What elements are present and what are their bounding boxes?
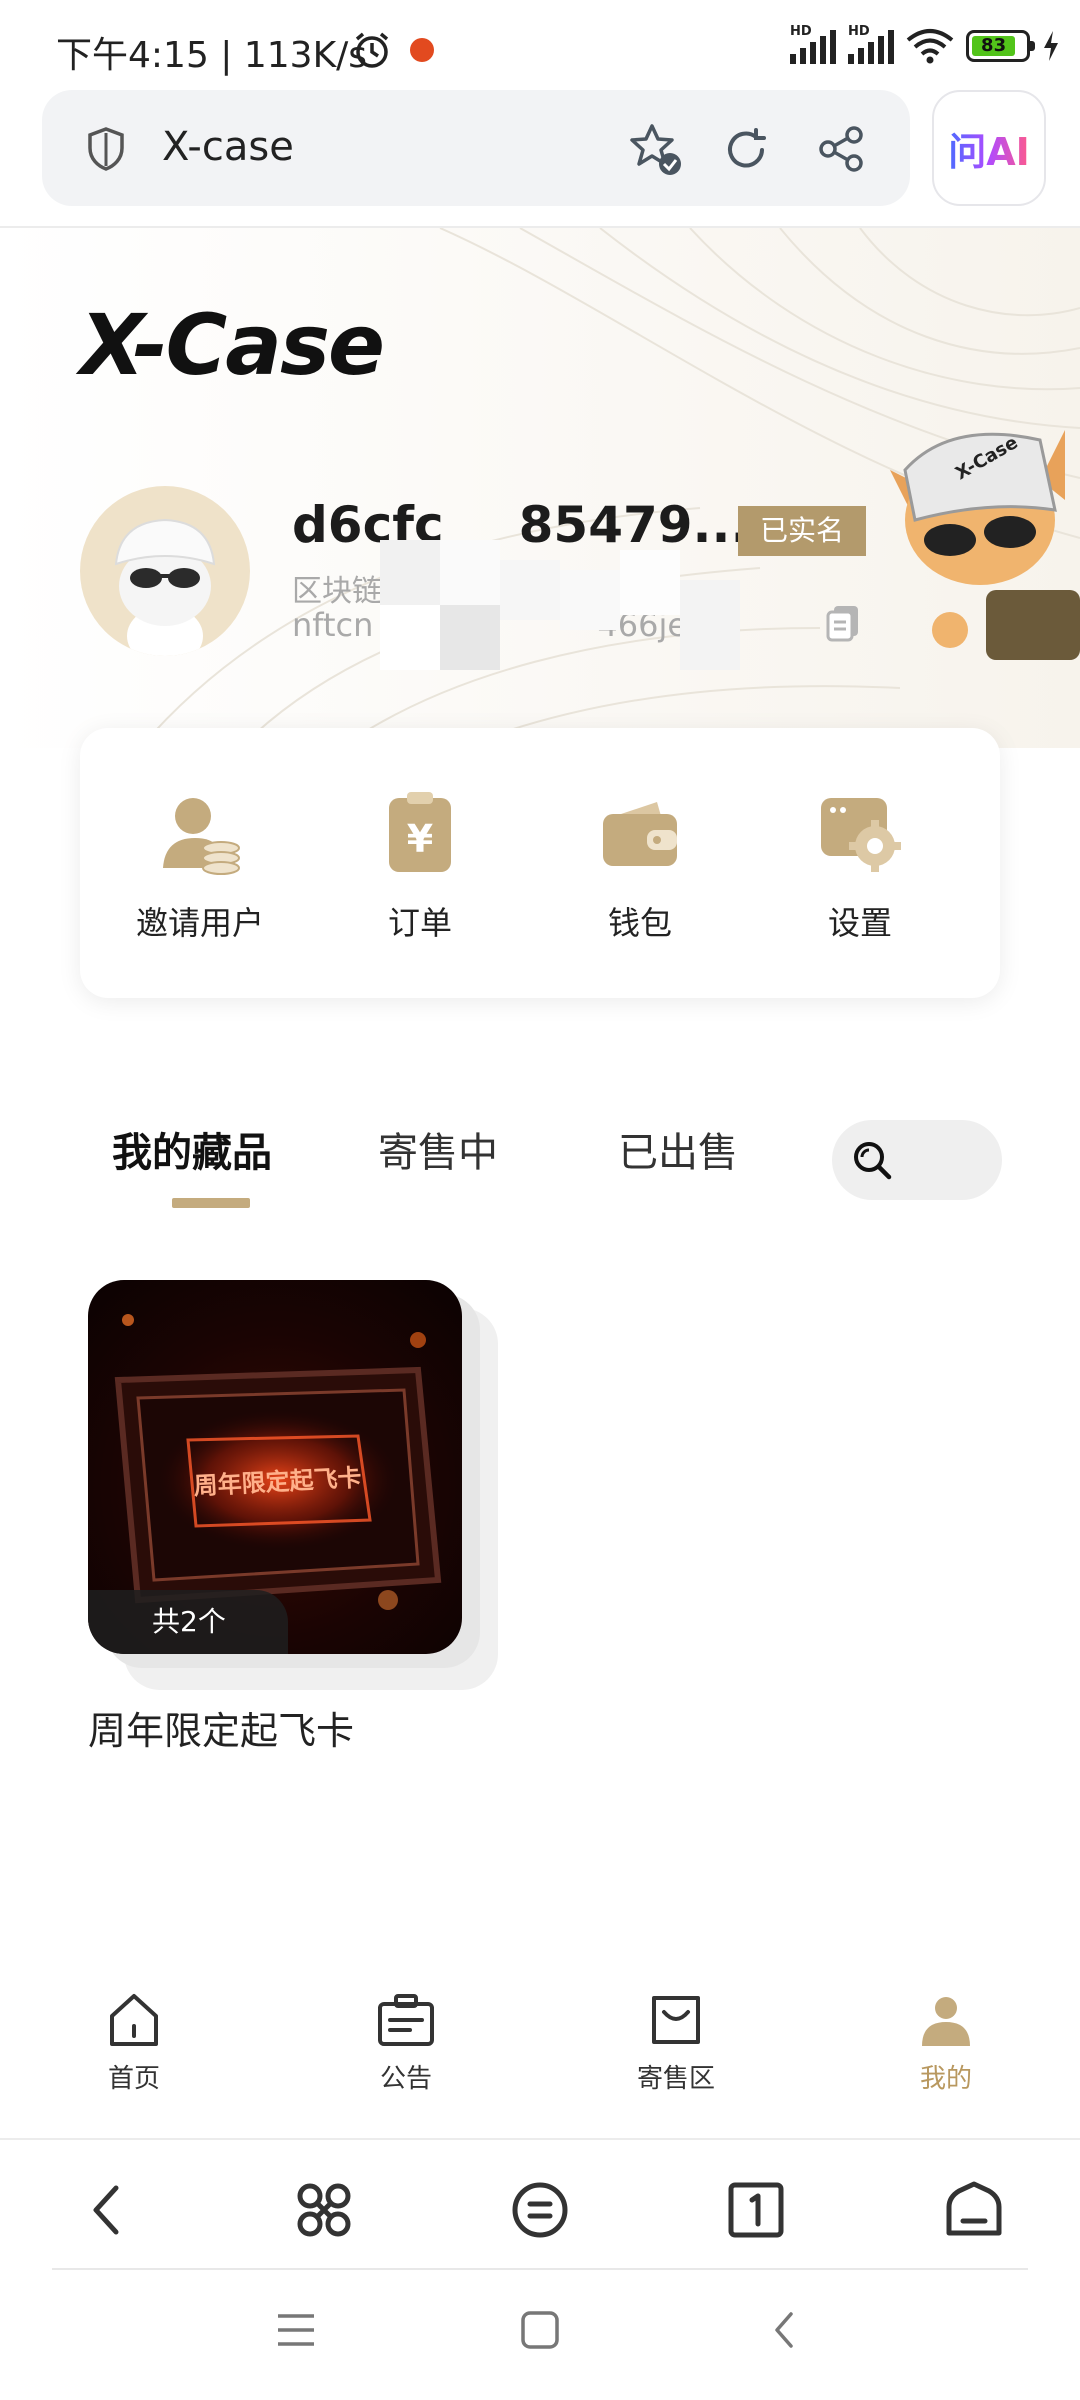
avatar[interactable] (80, 486, 250, 656)
nav-label-consignment: 寄售区 (636, 2064, 715, 2094)
menu-label-order: 订单 (387, 904, 452, 942)
sim2-hd-label: HD (848, 24, 870, 39)
collection-item-image: 周年限定起飞卡 共2个 (88, 1280, 462, 1654)
signal-1-icon: HD (790, 24, 836, 64)
signal-2-icon: HD (848, 24, 894, 64)
menu-label-invite-user: 邀请用户 (135, 904, 264, 942)
nav-announcement[interactable]: 公告 (336, 1990, 476, 2095)
divider (52, 2268, 1028, 2270)
share-icon[interactable] (816, 124, 866, 174)
alarm-icon (355, 32, 389, 68)
nav-mine[interactable]: 我的 (876, 1990, 1016, 2095)
browser-tabs-button[interactable] (716, 2170, 796, 2250)
menu-circle-icon (512, 2182, 568, 2238)
tab-sold[interactable]: 已出售 (618, 1120, 738, 1178)
nav-label-announcement: 公告 (379, 2064, 432, 2094)
menu-item-invite-user[interactable]: 邀请用户 (110, 788, 290, 944)
back-arrow-icon (93, 2185, 119, 2235)
system-recents-button[interactable] (266, 2300, 326, 2360)
url-text[interactable]: X-case (162, 124, 294, 170)
browser-back-button[interactable] (66, 2170, 146, 2250)
menu-item-wallet[interactable]: 钱包 (550, 788, 730, 944)
menu-item-settings[interactable]: 设置 (770, 788, 950, 944)
status-indicators: HD HD 83 (790, 24, 1060, 64)
nav-consignment[interactable]: 寄售区 (606, 1990, 746, 2095)
system-back-button[interactable] (754, 2300, 814, 2360)
divider (0, 2138, 1080, 2140)
home-icon (110, 1994, 158, 2046)
verified-badge: 已实名 (738, 506, 866, 556)
home-square-icon (521, 2311, 559, 2349)
collection-item-title[interactable]: 周年限定起飞卡 (88, 1700, 354, 1755)
consignment-bag-icon (652, 1996, 700, 2044)
refresh-icon[interactable] (722, 126, 770, 174)
nav-label-home: 首页 (107, 2064, 160, 2094)
wallet-icon (603, 802, 677, 866)
favorite-star-icon[interactable] (628, 122, 684, 178)
status-time: 下午4:15 | 113K/s (56, 35, 368, 76)
tab-on-sale[interactable]: 寄售中 (378, 1120, 498, 1178)
active-tab-indicator (172, 1198, 250, 1208)
status-bar: 下午4:15 | 113K/s HD HD 83 (0, 0, 1080, 96)
sim1-hd-label: HD (790, 24, 812, 39)
recents-icon (278, 2314, 314, 2346)
nav-label-mine: 我的 (919, 2064, 972, 2094)
notification-app-icon (410, 38, 434, 62)
announcement-icon (378, 1994, 434, 2046)
chain-label: 区块链 (292, 574, 382, 609)
home-outline-icon (946, 2181, 1002, 2236)
shield-icon[interactable] (86, 126, 126, 172)
battery-level: 83 (972, 36, 1016, 56)
order-icon: ¥ (389, 792, 451, 872)
search-icon (854, 1142, 892, 1180)
command-icon (297, 2183, 351, 2237)
collection-search-button[interactable] (832, 1120, 1002, 1200)
item-count-badge: 共2个 (88, 1590, 288, 1654)
system-home-button[interactable] (510, 2300, 570, 2360)
copy-icon[interactable] (826, 604, 860, 642)
browser-apps-button[interactable] (284, 2170, 364, 2250)
quick-menu-card: 邀请用户 ¥ 订单 钱包 设置 (80, 728, 1000, 998)
menu-label-settings: 设置 (827, 904, 892, 942)
tabs-count-icon (728, 2182, 784, 2238)
avatar-character-icon (114, 518, 216, 656)
battery-icon: 83 (966, 30, 1035, 62)
ask-ai-button[interactable]: 问AI (932, 90, 1046, 206)
privacy-mosaic (380, 540, 740, 670)
browser-home-button[interactable] (934, 2170, 1014, 2250)
svg-text:¥: ¥ (407, 817, 433, 861)
browser-menu-button[interactable] (500, 2170, 580, 2250)
menu-label-wallet: 钱包 (607, 904, 672, 942)
xcase-logo: X-Case (80, 296, 385, 394)
invite-user-icon (163, 798, 240, 875)
tab-my-collection[interactable]: 我的藏品 (112, 1120, 272, 1178)
ask-ai-label: 问AI (948, 121, 1030, 176)
settings-icon (821, 798, 901, 872)
profile-icon (922, 1997, 970, 2046)
collection-item-card[interactable]: 周年限定起飞卡 共2个 (88, 1280, 498, 1690)
wifi-icon (906, 29, 954, 64)
charging-icon (1044, 31, 1058, 61)
mascot-cat-icon: X-Case (890, 430, 1080, 660)
back-chevron-icon (775, 2312, 793, 2348)
menu-item-order[interactable]: ¥ 订单 (330, 788, 510, 944)
nav-home[interactable]: 首页 (64, 1990, 204, 2095)
